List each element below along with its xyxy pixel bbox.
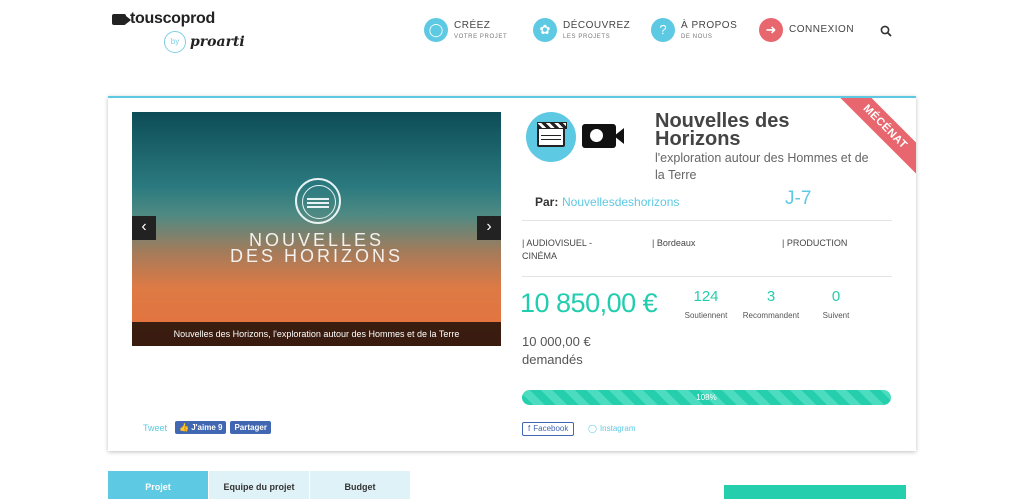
tab-projet[interactable]: Projet bbox=[108, 471, 208, 499]
tab-budget[interactable]: Budget bbox=[310, 471, 410, 499]
divider bbox=[522, 220, 892, 221]
touscoprod-logo[interactable]: touscoprod by proarti bbox=[112, 10, 254, 58]
project-card: MÉCÉNAT NOUVELLES DES HORIZONS ‹ › Nouve… bbox=[108, 96, 916, 451]
stat-value: 3 bbox=[766, 288, 776, 305]
nav-apropos[interactable]: ? À PROPOS DE NOUS bbox=[651, 18, 737, 42]
facebook-icon: f bbox=[528, 424, 531, 433]
logo-brand: touscoprod bbox=[130, 10, 215, 27]
tag-type: | PRODUCTION bbox=[782, 238, 848, 248]
instagram-link[interactable]: ◯ Instagram bbox=[588, 424, 636, 433]
site-header: touscoprod by proarti ◯ CRÉEZ VOTRE PROJ… bbox=[0, 0, 1024, 62]
facebook-share-button[interactable]: Partager bbox=[230, 421, 271, 434]
project-subtitle: l'exploration autour des Hommes et de la… bbox=[655, 151, 869, 182]
stat-label: Suivent bbox=[822, 311, 850, 320]
nav-connexion-label: CONNEXION bbox=[789, 24, 855, 35]
logo-by-badge: by bbox=[164, 31, 186, 53]
facebook-link[interactable]: f Facebook bbox=[522, 422, 575, 436]
amount-requested: 10 000,00 € demandés bbox=[522, 333, 591, 369]
stat-value: 124 bbox=[693, 288, 719, 305]
tag-category: | AUDIOVISUEL - CINÉMA bbox=[522, 238, 593, 261]
instagram-icon: ◯ bbox=[588, 424, 597, 433]
camera-logo-icon bbox=[112, 13, 131, 25]
question-icon: ? bbox=[651, 18, 675, 42]
stat-label: Recommandent bbox=[742, 311, 800, 320]
logo-partner: proarti bbox=[190, 34, 245, 50]
slider-prev-button[interactable]: ‹ bbox=[132, 216, 156, 240]
progress-label: 108% bbox=[696, 393, 717, 402]
video-camera-icon bbox=[582, 124, 624, 148]
nav-creez-label: CRÉEZ bbox=[454, 20, 491, 31]
tweet-link[interactable]: Tweet bbox=[143, 423, 167, 433]
stat-value: 0 bbox=[831, 288, 841, 305]
lightbulb-icon: ◯ bbox=[424, 18, 448, 42]
author-prefix: Par: bbox=[535, 195, 559, 209]
project-title: Nouvelles des Horizons bbox=[655, 110, 790, 150]
handshake-icon: ✿ bbox=[533, 18, 557, 42]
tab-equipe[interactable]: Equipe du projet bbox=[209, 471, 309, 499]
stat-recommandent: 3 Recommandent bbox=[741, 288, 801, 320]
requested-label: demandés bbox=[522, 352, 583, 367]
media-title-line2: DES HORIZONS bbox=[229, 246, 403, 266]
like-count-label: J'aime 9 bbox=[191, 423, 223, 432]
clapperboard-icon bbox=[537, 122, 567, 147]
facebook-label: Facebook bbox=[533, 424, 569, 433]
login-icon: ➜ bbox=[759, 18, 783, 42]
instagram-label: Instagram bbox=[599, 424, 636, 433]
horizons-emblem-icon bbox=[295, 178, 341, 224]
nav-apropos-label: À PROPOS bbox=[681, 20, 738, 31]
stat-soutiennent: 124 Soutiennent bbox=[676, 288, 736, 320]
project-tabs: Projet Equipe du projet Budget bbox=[108, 471, 411, 499]
days-left: J-7 bbox=[785, 188, 812, 209]
nav-apropos-sub: DE NOUS bbox=[681, 34, 713, 40]
facebook-like-button[interactable]: 👍 J'aime 9 bbox=[175, 421, 227, 434]
nav-creez-sub: VOTRE PROJET bbox=[454, 34, 508, 40]
stat-suivent: 0 Suivent bbox=[806, 288, 866, 320]
author-link[interactable]: Nouvellesdeshorizons bbox=[562, 195, 679, 209]
nav-decouvrez-sub: LES PROJETS bbox=[563, 34, 611, 40]
project-media-slider[interactable]: NOUVELLES DES HORIZONS ‹ › Nouvelles des… bbox=[132, 112, 501, 346]
nav-connexion[interactable]: ➜ CONNEXION bbox=[759, 18, 854, 42]
nav-decouvrez[interactable]: ✿ DÉCOUVREZ LES PROJETS bbox=[533, 18, 630, 42]
sidebar-action-strip[interactable] bbox=[724, 485, 906, 499]
share-row: Tweet 👍 J'aime 9 Partager bbox=[143, 421, 271, 434]
category-audiovisual-icon bbox=[526, 112, 576, 162]
funding-progress-bar: 108% bbox=[522, 390, 891, 405]
requested-amount: 10 000,00 € bbox=[522, 334, 591, 349]
stat-label: Soutiennent bbox=[684, 311, 728, 320]
slider-next-button[interactable]: › bbox=[477, 216, 501, 240]
nav-creez[interactable]: ◯ CRÉEZ VOTRE PROJET bbox=[424, 18, 507, 42]
nav-decouvrez-label: DÉCOUVREZ bbox=[563, 20, 631, 31]
tag-location: | Bordeaux bbox=[652, 238, 696, 248]
divider bbox=[522, 276, 892, 277]
search-icon[interactable] bbox=[880, 25, 892, 37]
media-caption: Nouvelles des Horizons, l'exploration au… bbox=[132, 322, 501, 346]
amount-raised: 10 850,00 € bbox=[520, 288, 658, 318]
